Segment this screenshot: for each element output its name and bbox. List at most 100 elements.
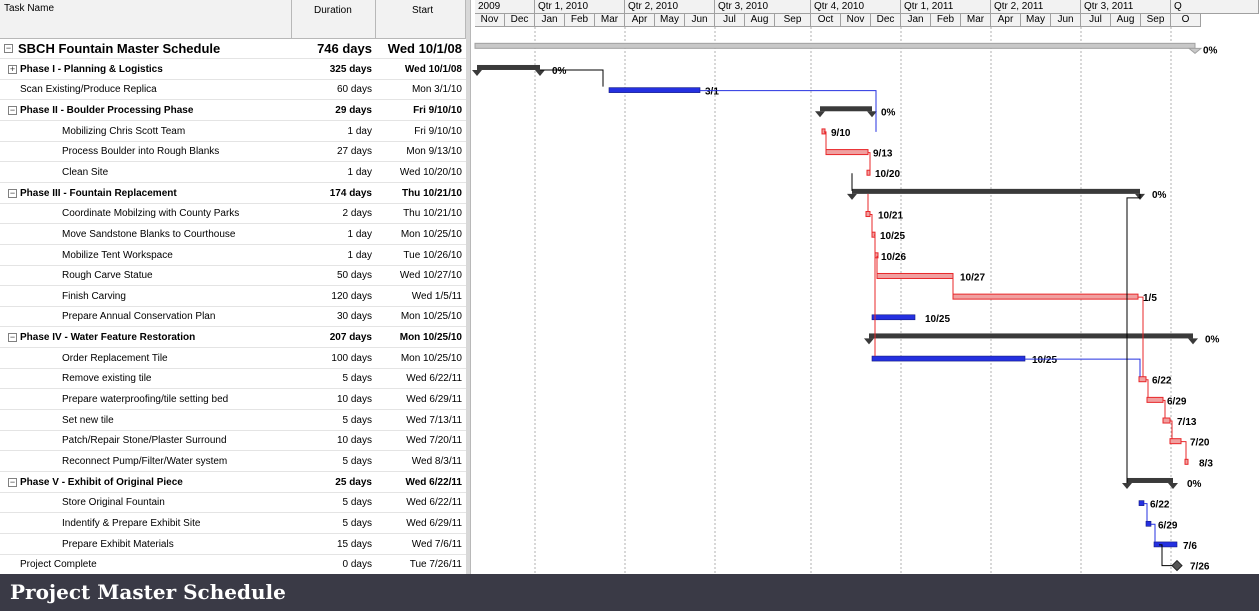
task-start[interactable]: Mon 3/1/10 [376, 80, 462, 100]
task-row[interactable]: − Phase III - Fountain Replacement 174 day… [0, 184, 466, 204]
task-row[interactable]: Reconnect Pump/Filter/Water system 5 days… [0, 452, 466, 472]
task-duration[interactable]: 1 day [292, 225, 372, 245]
task-duration[interactable]: 5 days [292, 493, 372, 513]
task-row[interactable]: Coordinate Mobilzing with County Parks 2 … [0, 204, 466, 225]
task-duration[interactable]: 325 days [292, 60, 372, 80]
task-start[interactable]: Wed 7/20/11 [376, 431, 462, 451]
task-duration[interactable]: 27 days [292, 142, 372, 162]
task-start[interactable]: Mon 10/25/10 [376, 328, 462, 348]
task-row[interactable]: Scan Existing/Produce Replica 60 days Mon … [0, 80, 466, 101]
task-row[interactable]: − Phase V - Exhibit of Original Piece 25 d… [0, 473, 466, 493]
task-row[interactable]: Project Complete 0 days Tue 7/26/11 [0, 555, 466, 574]
task-start[interactable]: Thu 10/21/10 [376, 184, 462, 204]
task-duration[interactable]: 5 days [292, 452, 372, 472]
task-start[interactable]: Wed 1/5/11 [376, 287, 462, 307]
task-row[interactable]: − SBCH Fountain Master Schedule 746 days We… [0, 39, 466, 59]
task-duration[interactable]: 174 days [292, 184, 372, 204]
task-duration[interactable]: 10 days [292, 431, 372, 451]
task-name[interactable]: Prepare Exhibit Materials [0, 535, 290, 555]
task-name[interactable]: Mobilizing Chris Scott Team [0, 122, 290, 142]
task-start[interactable]: Wed 10/27/10 [376, 266, 462, 286]
task-row[interactable]: Mobilize Tent Workspace 1 day Tue 10/26/10 [0, 246, 466, 266]
task-duration[interactable]: 25 days [292, 473, 372, 493]
task-name[interactable]: Clean Site [0, 163, 290, 183]
task-name[interactable]: Store Original Fountain [0, 493, 290, 513]
task-start[interactable]: Thu 10/21/10 [376, 204, 462, 224]
task-duration[interactable]: 2 days [292, 204, 372, 224]
task-name[interactable]: Reconnect Pump/Filter/Water system [0, 452, 290, 472]
column-header-start[interactable]: Start [376, 0, 466, 39]
task-row[interactable]: + Phase I - Planning & Logistics 325 days W… [0, 60, 466, 80]
task-duration[interactable]: 207 days [292, 328, 372, 348]
task-start[interactable]: Mon 10/25/10 [376, 349, 462, 369]
task-duration[interactable]: 5 days [292, 514, 372, 534]
task-start[interactable]: Wed 10/1/08 [376, 60, 462, 80]
task-duration[interactable]: 0 days [292, 555, 372, 574]
task-name[interactable]: Prepare waterproofing/tile setting bed [0, 390, 290, 410]
task-name[interactable]: Prepare Annual Conservation Plan [0, 307, 290, 327]
task-start[interactable]: Wed 10/1/08 [376, 39, 462, 59]
task-row[interactable]: − Phase IV - Water Feature Restoration 207… [0, 328, 466, 349]
task-name[interactable]: Indentify & Prepare Exhibit Site [0, 514, 290, 534]
task-name[interactable]: Scan Existing/Produce Replica [0, 80, 290, 100]
task-row[interactable]: Process Boulder into Rough Blanks 27 days… [0, 142, 466, 163]
task-start[interactable]: Wed 6/29/11 [376, 514, 462, 534]
task-start[interactable]: Mon 9/13/10 [376, 142, 462, 162]
task-start[interactable]: Fri 9/10/10 [376, 101, 462, 121]
task-duration[interactable]: 1 day [292, 122, 372, 142]
task-duration[interactable]: 30 days [292, 307, 372, 327]
task-start[interactable]: Wed 7/13/11 [376, 411, 462, 431]
task-start[interactable]: Wed 6/22/11 [376, 473, 462, 493]
task-start[interactable]: Mon 10/25/10 [376, 225, 462, 245]
task-row[interactable]: Set new tile 5 days Wed 7/13/11 [0, 411, 466, 431]
task-duration[interactable]: 100 days [292, 349, 372, 369]
task-name[interactable]: Finish Carving [0, 287, 290, 307]
task-name[interactable]: Patch/Repair Stone/Plaster Surround [0, 431, 290, 451]
task-duration[interactable]: 15 days [292, 535, 372, 555]
task-duration[interactable]: 1 day [292, 163, 372, 183]
task-duration[interactable]: 1 day [292, 246, 372, 266]
task-start[interactable]: Wed 6/29/11 [376, 390, 462, 410]
task-start[interactable]: Wed 6/22/11 [376, 493, 462, 513]
task-duration[interactable]: 50 days [292, 266, 372, 286]
task-duration[interactable]: 5 days [292, 369, 372, 389]
task-row[interactable]: Clean Site 1 day Wed 10/20/10 [0, 163, 466, 183]
task-name[interactable]: Mobilize Tent Workspace [0, 246, 290, 266]
task-row[interactable]: Store Original Fountain 5 days Wed 6/22/11 [0, 493, 466, 514]
task-name[interactable]: SBCH Fountain Master Schedule [0, 39, 290, 59]
task-name[interactable]: Project Complete [0, 555, 290, 574]
task-row[interactable]: Mobilizing Chris Scott Team 1 day Fri 9/10… [0, 122, 466, 142]
task-duration[interactable]: 29 days [292, 101, 372, 121]
task-name[interactable]: Phase V - Exhibit of Original Piece [0, 473, 290, 493]
task-row[interactable]: Rough Carve Statue 50 days Wed 10/27/10 [0, 266, 466, 287]
task-duration[interactable]: 746 days [292, 39, 372, 59]
task-row[interactable]: Patch/Repair Stone/Plaster Surround 10 da… [0, 431, 466, 452]
task-name[interactable]: Phase II - Boulder Processing Phase [0, 101, 290, 121]
task-row[interactable]: Prepare waterproofing/tile setting bed 10… [0, 390, 466, 411]
task-duration[interactable]: 60 days [292, 80, 372, 100]
task-duration[interactable]: 10 days [292, 390, 372, 410]
task-name[interactable]: Phase III - Fountain Replacement [0, 184, 290, 204]
task-start[interactable]: Mon 10/25/10 [376, 307, 462, 327]
task-duration[interactable]: 120 days [292, 287, 372, 307]
task-name[interactable]: Phase IV - Water Feature Restoration [0, 328, 290, 348]
task-name[interactable]: Move Sandstone Blanks to Courthouse [0, 225, 290, 245]
task-row[interactable]: Remove existing tile 5 days Wed 6/22/11 [0, 369, 466, 390]
task-row[interactable]: Order Replacement Tile 100 days Mon 10/25/… [0, 349, 466, 369]
column-header-duration[interactable]: Duration [292, 0, 376, 39]
task-start[interactable]: Wed 10/20/10 [376, 163, 462, 183]
task-row[interactable]: − Phase II - Boulder Processing Phase 29 d… [0, 101, 466, 121]
task-name[interactable]: Remove existing tile [0, 369, 290, 389]
task-start[interactable]: Tue 10/26/10 [376, 246, 462, 266]
task-start[interactable]: Wed 7/6/11 [376, 535, 462, 555]
task-name[interactable]: Phase I - Planning & Logistics [0, 60, 290, 80]
task-name[interactable]: Order Replacement Tile [0, 349, 290, 369]
task-start[interactable]: Fri 9/10/10 [376, 122, 462, 142]
task-start[interactable]: Wed 6/22/11 [376, 369, 462, 389]
task-name[interactable]: Set new tile [0, 411, 290, 431]
task-row[interactable]: Prepare Annual Conservation Plan 30 days M… [0, 307, 466, 328]
task-row[interactable]: Move Sandstone Blanks to Courthouse 1 day… [0, 225, 466, 245]
column-header-task-name[interactable]: Task Name [0, 0, 292, 39]
task-name[interactable]: Rough Carve Statue [0, 266, 290, 286]
task-name[interactable]: Process Boulder into Rough Blanks [0, 142, 290, 162]
